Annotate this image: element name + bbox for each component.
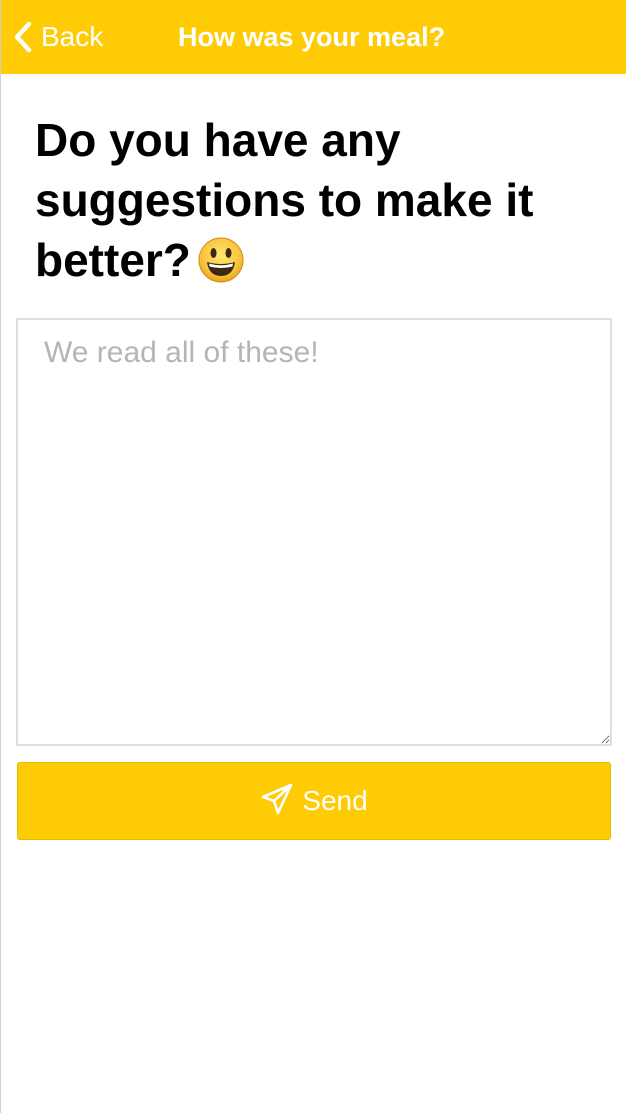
question-heading: Do you have any suggestions to make it b…	[35, 110, 595, 290]
question-text: Do you have any suggestions to make it b…	[35, 114, 534, 286]
back-button[interactable]: Back	[13, 18, 103, 56]
paper-plane-icon	[260, 782, 294, 821]
grinning-face-icon	[197, 236, 245, 284]
chevron-left-icon	[13, 20, 33, 54]
back-label: Back	[41, 21, 104, 52]
navigation-bar: Back How was your meal?	[1, 0, 626, 74]
send-label: Send	[302, 785, 368, 816]
screen: Back How was your meal? Do you have any …	[0, 0, 626, 1113]
page-title: How was your meal?	[178, 22, 446, 52]
send-button[interactable]: Send	[17, 762, 611, 840]
suggestions-field[interactable]	[16, 318, 612, 746]
